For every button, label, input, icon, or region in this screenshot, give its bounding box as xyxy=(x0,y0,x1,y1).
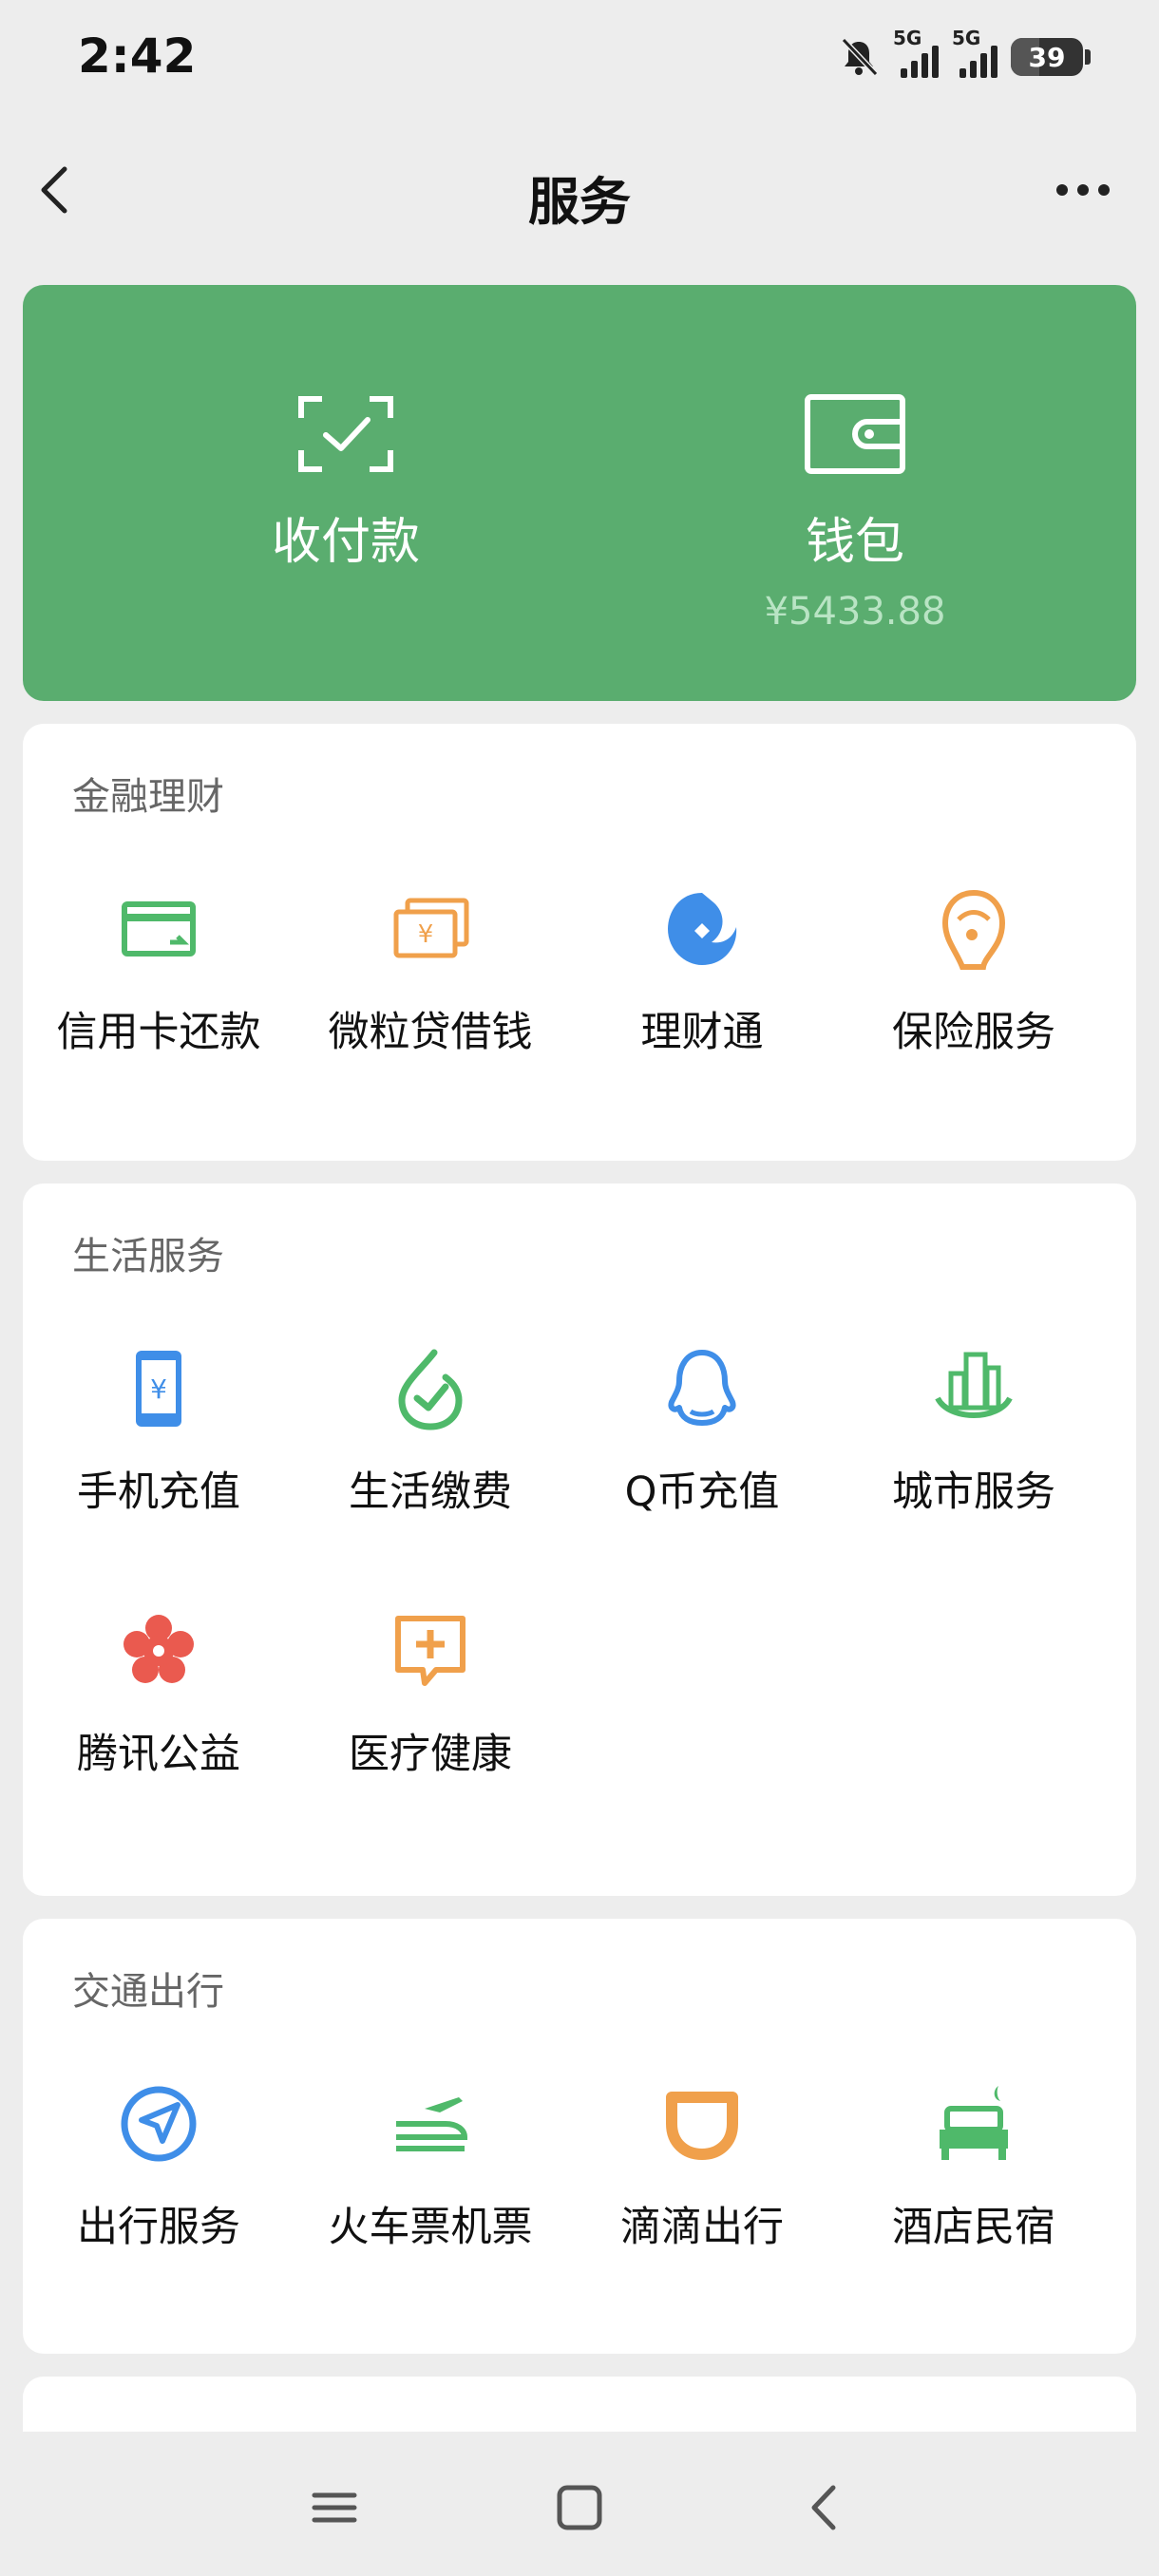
qq-coin-tile[interactable]: Q币充值 xyxy=(566,1345,838,1535)
tile-label: 微粒贷借钱 xyxy=(328,1009,533,1056)
tile-label: 保险服务 xyxy=(892,1009,1055,1056)
status-bar: 2:42 5G 5G 39 xyxy=(0,0,1159,114)
next-section-partial xyxy=(23,2377,1136,2434)
scan-check-icon xyxy=(298,396,393,472)
city-service-icon xyxy=(935,1352,1013,1418)
page-title: 服务 xyxy=(528,172,631,232)
utility-bill-icon xyxy=(398,1349,463,1430)
nav-bar: 服务 xyxy=(0,133,1159,252)
more-options-icon[interactable] xyxy=(1045,161,1121,218)
phone-topup-icon: ¥ xyxy=(136,1351,181,1427)
wallet-icon xyxy=(805,394,905,474)
mute-bell-icon xyxy=(841,37,879,77)
tile-label: 火车票机票 xyxy=(328,2204,533,2251)
tile-label: 酒店民宿 xyxy=(892,2204,1055,2251)
navigation-arrow-icon xyxy=(121,2086,197,2162)
didi-icon xyxy=(666,2092,738,2160)
pay-collect-label: 收付款 xyxy=(271,514,420,571)
system-nav-bar xyxy=(0,2432,1159,2576)
credit-card-icon xyxy=(122,901,196,957)
credit-card-repay-tile[interactable]: 信用卡还款 xyxy=(23,885,294,1075)
system-back-icon[interactable] xyxy=(791,2474,858,2541)
charity-tile[interactable]: 腾讯公益 xyxy=(23,1607,294,1797)
finance-section: 金融理财 信用卡还款 ¥ 微粒贷借钱 理财通 保险服务 xyxy=(23,724,1136,1161)
battery-level: 39 xyxy=(1028,41,1066,73)
city-service-tile[interactable]: 城市服务 xyxy=(838,1345,1110,1535)
section-title: 交通出行 xyxy=(72,1970,224,2014)
insurance-tile[interactable]: 保险服务 xyxy=(838,885,1110,1075)
tile-label: 出行服务 xyxy=(77,2204,240,2251)
wallet-hero-card: 收付款 钱包 ¥5433.88 xyxy=(23,285,1136,701)
tile-label: 滴滴出行 xyxy=(620,2204,784,2251)
section-title: 金融理财 xyxy=(72,775,224,819)
status-time: 2:42 xyxy=(78,28,197,84)
charity-flower-icon xyxy=(124,1615,194,1683)
tile-label: 医疗健康 xyxy=(349,1731,512,1778)
tile-label: Q币充值 xyxy=(624,1468,780,1516)
section-title: 生活服务 xyxy=(72,1235,224,1279)
hotel-bed-icon xyxy=(940,2086,1008,2160)
wallet-balance: ¥5433.88 xyxy=(764,590,946,634)
phone-topup-tile[interactable]: ¥ 手机充值 xyxy=(23,1345,294,1535)
svg-text:¥: ¥ xyxy=(150,1373,167,1405)
wallet-label: 钱包 xyxy=(805,514,904,571)
qq-coin-icon xyxy=(668,1350,736,1426)
didi-tile[interactable]: 滴滴出行 xyxy=(566,2080,838,2270)
wealth-icon xyxy=(668,893,737,965)
utility-bill-tile[interactable]: 生活缴费 xyxy=(294,1345,566,1535)
wallet-button[interactable]: 钱包 ¥5433.88 xyxy=(618,285,1092,701)
tile-label: 手机充值 xyxy=(77,1468,240,1516)
tile-label: 腾讯公益 xyxy=(77,1731,240,1778)
tile-label: 生活缴费 xyxy=(349,1468,512,1516)
wealth-tile[interactable]: 理财通 xyxy=(566,885,838,1075)
hotel-tile[interactable]: 酒店民宿 xyxy=(838,2080,1110,2270)
train-plane-icon xyxy=(396,2097,468,2151)
tile-label: 城市服务 xyxy=(892,1468,1055,1516)
battery-icon: 39 xyxy=(1011,38,1091,76)
transport-section: 交通出行 出行服务 火车票机票 滴滴出行 酒店民宿 xyxy=(23,1919,1136,2354)
train-plane-tile[interactable]: 火车票机票 xyxy=(294,2080,566,2270)
tile-label: 理财通 xyxy=(640,1009,764,1056)
signal-5g-1-icon: 5G xyxy=(893,27,939,78)
life-service-section: 生活服务 ¥ 手机充值 生活缴费 Q币充值 城市服务 腾讯公益 医疗健康 xyxy=(23,1184,1136,1896)
insurance-icon xyxy=(941,889,1006,970)
medical-icon xyxy=(395,1616,466,1686)
tile-label: 信用卡还款 xyxy=(56,1009,261,1056)
loan-money-icon: ¥ xyxy=(393,898,469,958)
svg-text:¥: ¥ xyxy=(418,920,434,949)
travel-service-tile[interactable]: 出行服务 xyxy=(23,2080,294,2270)
status-icons: 5G 5G 39 xyxy=(838,27,1091,85)
loan-tile[interactable]: ¥ 微粒贷借钱 xyxy=(294,885,566,1075)
menu-icon[interactable] xyxy=(301,2474,368,2541)
signal-5g-2-icon: 5G xyxy=(952,27,998,78)
medical-tile[interactable]: 医疗健康 xyxy=(294,1607,566,1797)
pay-collect-button[interactable]: 收付款 xyxy=(108,285,583,701)
home-icon[interactable] xyxy=(546,2474,613,2541)
